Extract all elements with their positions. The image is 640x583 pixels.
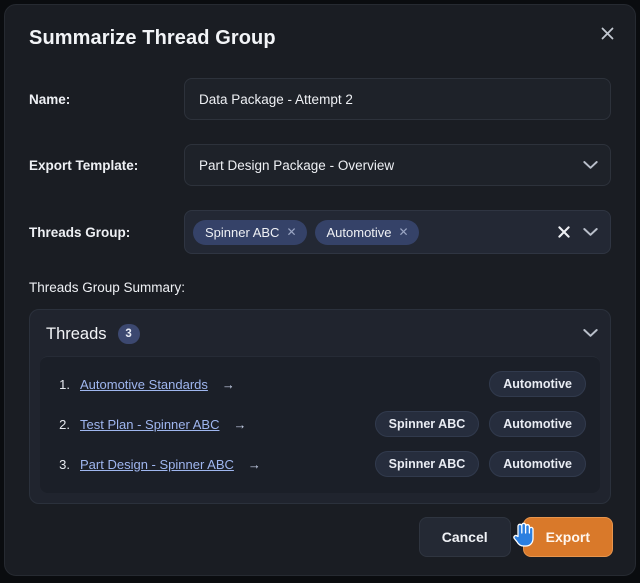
status-badge: Automotive	[489, 451, 586, 477]
export-button-label: Export	[546, 529, 590, 545]
threads-group-summary-label: Threads Group Summary:	[29, 280, 635, 295]
threads-card-title: Threads	[46, 325, 107, 344]
threads-count-badge: 3	[118, 324, 140, 344]
threads-summary-card: Threads 3 1. Automotive Standards → Auto…	[29, 309, 611, 504]
chip-automotive[interactable]: Automotive ✕	[315, 220, 419, 245]
close-icon[interactable]	[593, 19, 621, 47]
chevron-down-icon[interactable]	[583, 329, 598, 338]
list-item: 3. Part Design - Spinner ABC → Spinner A…	[40, 444, 600, 484]
status-badge: Spinner ABC	[375, 411, 480, 437]
list-item: 2. Test Plan - Spinner ABC → Spinner ABC…	[40, 404, 600, 444]
row-number: 1.	[52, 377, 70, 392]
summarize-thread-group-dialog: Summarize Thread Group Name: Data Packag…	[4, 4, 636, 576]
chip-label: Spinner ABC	[205, 225, 279, 240]
chevron-down-icon[interactable]	[583, 161, 598, 170]
chip-spinner-abc[interactable]: Spinner ABC ✕	[193, 220, 307, 245]
thread-link[interactable]: Automotive Standards	[80, 377, 208, 392]
x-icon[interactable]: ✕	[286, 226, 296, 238]
dialog-footer: Cancel Export	[419, 517, 613, 557]
cancel-button[interactable]: Cancel	[419, 517, 511, 557]
threads-group-row: Threads Group: Spinner ABC ✕ Automotive …	[29, 210, 611, 254]
name-value: Data Package - Attempt 2	[199, 92, 353, 107]
arrow-right-icon[interactable]: →	[233, 417, 246, 432]
row-number: 3.	[52, 457, 70, 472]
page-title: Summarize Thread Group	[29, 27, 611, 50]
status-badge: Spinner ABC	[375, 451, 480, 477]
status-badge: Automotive	[489, 371, 586, 397]
row-number: 2.	[52, 417, 70, 432]
chip-label: Automotive	[327, 225, 392, 240]
chevron-down-icon[interactable]	[583, 228, 598, 237]
export-template-value: Part Design Package - Overview	[199, 158, 394, 173]
arrow-right-icon[interactable]: →	[222, 377, 235, 392]
export-template-label: Export Template:	[29, 158, 184, 173]
list-item: 1. Automotive Standards → Automotive	[40, 364, 600, 404]
name-input[interactable]: Data Package - Attempt 2	[184, 78, 611, 120]
export-button[interactable]: Export	[523, 517, 613, 557]
threads-card-header[interactable]: Threads 3	[30, 310, 610, 356]
export-template-select[interactable]: Part Design Package - Overview	[184, 144, 611, 186]
pointer-hand-cursor-icon	[512, 522, 534, 548]
export-template-row: Export Template: Part Design Package - O…	[29, 144, 611, 186]
threads-group-label: Threads Group:	[29, 225, 184, 240]
threads-list: 1. Automotive Standards → Automotive 2. …	[40, 356, 600, 493]
name-row: Name: Data Package - Attempt 2	[29, 78, 611, 120]
x-icon[interactable]: ✕	[399, 226, 409, 238]
form-area: Name: Data Package - Attempt 2 Export Te…	[5, 78, 635, 254]
status-badge: Automotive	[489, 411, 586, 437]
thread-link[interactable]: Part Design - Spinner ABC	[80, 457, 234, 472]
arrow-right-icon[interactable]: →	[248, 457, 261, 472]
name-label: Name:	[29, 92, 184, 107]
threads-group-multiselect[interactable]: Spinner ABC ✕ Automotive ✕	[184, 210, 611, 254]
clear-all-x-icon[interactable]	[558, 226, 570, 238]
dialog-header: Summarize Thread Group	[5, 5, 635, 54]
thread-link[interactable]: Test Plan - Spinner ABC	[80, 417, 219, 432]
